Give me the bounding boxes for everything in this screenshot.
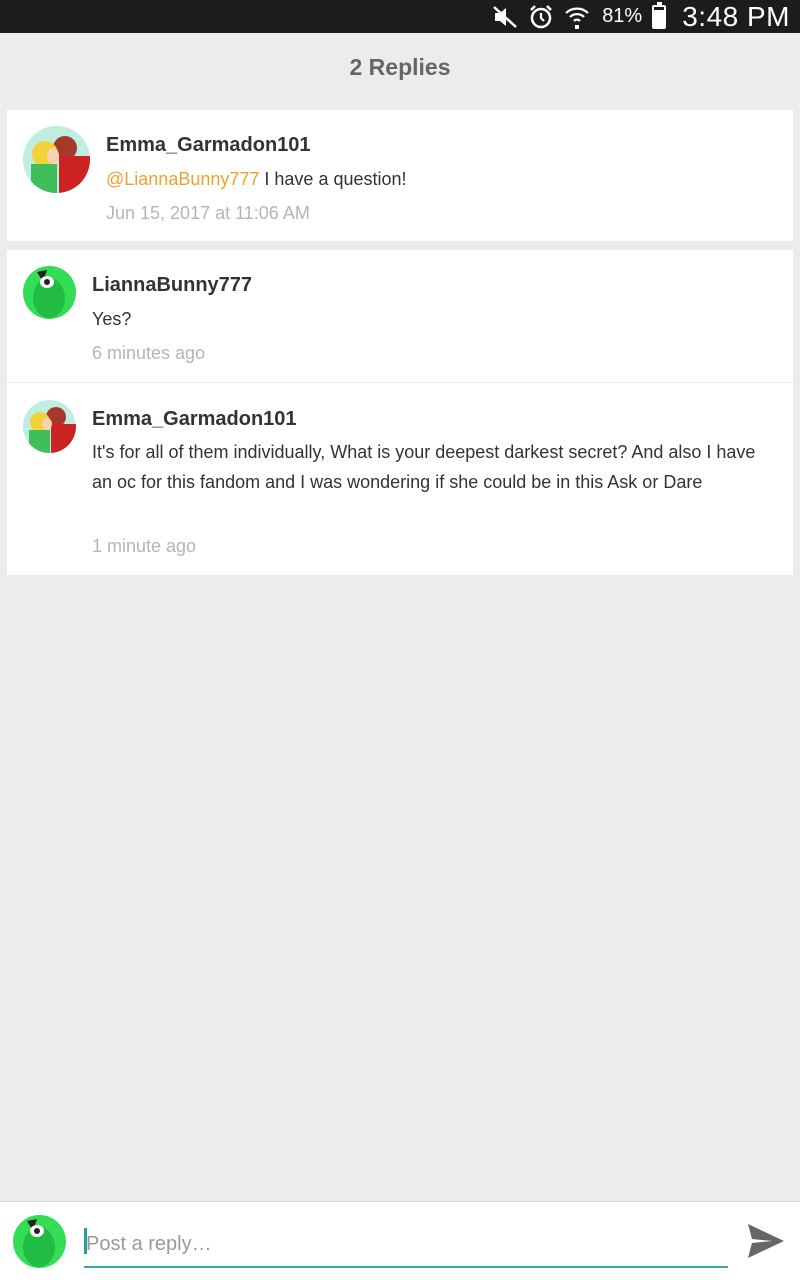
reply-username[interactable]: Emma_Garmadon101 <box>92 408 297 431</box>
replies-list: LiannaBunny777 Yes? 6 minutes ago Emma_G… <box>7 250 793 575</box>
avatar-image-emma <box>23 400 76 453</box>
divider <box>7 382 793 383</box>
wifi-icon <box>565 7 589 29</box>
avatar[interactable] <box>23 400 76 453</box>
reply-timestamp: 6 minutes ago <box>92 343 206 363</box>
reply-text: Yes? <box>92 309 132 329</box>
battery-icon <box>652 1 667 29</box>
reply-input[interactable] <box>84 1222 728 1268</box>
mention-link[interactable]: @LiannaBunny777 <box>106 169 259 189</box>
avatar[interactable] <box>23 266 76 319</box>
parent-comment: Emma_Garmadon101 @LiannaBunny777 I have … <box>7 110 793 241</box>
battery-level <box>654 10 665 27</box>
page-title: 2 Replies <box>349 53 451 80</box>
reply-text: It's for all of them individually, What … <box>92 442 756 492</box>
reply-timestamp: 1 minute ago <box>92 536 197 556</box>
reply-composer <box>0 1201 800 1280</box>
mute-icon <box>493 5 518 28</box>
avatar-image-emma <box>23 126 90 193</box>
text-cursor <box>84 1228 87 1254</box>
alarm-icon <box>530 4 553 28</box>
comment-body: @LiannaBunny777 I have a question! <box>106 164 766 194</box>
comment-username[interactable]: Emma_Garmadon101 <box>106 134 311 157</box>
avatar <box>13 1215 66 1268</box>
replies-header: 2 Replies <box>0 33 800 101</box>
avatar-image-lianna <box>13 1215 66 1268</box>
battery-percent: 81% <box>602 5 643 27</box>
status-clock: 3:48 PM <box>682 0 790 32</box>
status-bar: 81% 3:48 PM <box>0 0 800 33</box>
avatar[interactable] <box>23 126 90 193</box>
avatar-image-lianna <box>23 266 76 319</box>
comment-timestamp: Jun 15, 2017 at 11:06 AM <box>106 203 310 223</box>
reply-username[interactable]: LiannaBunny777 <box>92 274 252 297</box>
comment-text: I have a question! <box>259 169 407 189</box>
send-icon[interactable] <box>746 1221 786 1261</box>
